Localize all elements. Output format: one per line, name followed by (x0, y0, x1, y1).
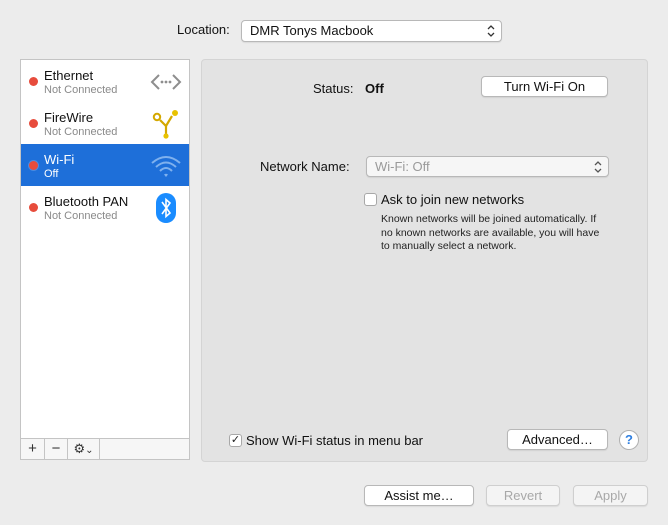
network-name-value: Wi-Fi: Off (375, 159, 430, 174)
service-list: Ethernet Not Connected FireWire Not Conn… (20, 59, 190, 460)
service-item-bluetooth-pan[interactable]: Bluetooth PAN Not Connected (21, 186, 189, 228)
help-text-line: Known networks will be joined automatica… (381, 213, 597, 225)
service-name: Wi-Fi (44, 152, 75, 167)
remove-service-button[interactable]: − (45, 439, 68, 459)
status-dot (29, 161, 38, 170)
ask-join-label[interactable]: Ask to join new networks (381, 192, 524, 207)
status-dot (29, 119, 38, 128)
help-text-line: no known networks are available, you wil… (381, 226, 600, 239)
service-status: Off (44, 168, 59, 180)
wifi-icon (151, 156, 181, 177)
service-item-wifi[interactable]: Wi-Fi Off (21, 144, 189, 186)
turn-wifi-on-button[interactable]: Turn Wi-Fi On (481, 76, 608, 97)
status-value: Off (365, 81, 384, 96)
location-popup[interactable]: DMR Tonys Macbook (241, 20, 502, 42)
bluetooth-icon (156, 193, 176, 223)
service-name: FireWire (44, 110, 94, 125)
ask-join-help-text: Known networks will be joined automatica… (381, 213, 621, 254)
service-status: Not Connected (44, 84, 118, 96)
action-menu-button[interactable]: ⚙⌄ (68, 439, 100, 459)
service-item-ethernet[interactable]: Ethernet Not Connected (21, 60, 189, 102)
help-text-line: to manually select a network. (381, 240, 517, 252)
service-name: Bluetooth PAN (44, 194, 129, 209)
add-service-button[interactable]: + (21, 439, 45, 459)
help-button[interactable]: ? (619, 430, 639, 450)
gear-icon: ⚙ (73, 441, 86, 456)
firewire-icon (152, 110, 178, 139)
up-down-chevron-icon (487, 25, 495, 37)
status-label: Status: (313, 81, 354, 96)
network-name-label: Network Name: (260, 159, 350, 174)
show-status-label[interactable]: Show Wi-Fi status in menu bar (246, 433, 423, 448)
advanced-button[interactable]: Advanced… (507, 429, 608, 450)
show-status-checkbox[interactable]: ✓ (229, 434, 242, 447)
apply-button[interactable]: Apply (573, 485, 648, 506)
service-status: Not Connected (44, 210, 118, 222)
ethernet-arrows-icon (150, 74, 182, 90)
location-label: Location: (177, 22, 230, 37)
service-status: Not Connected (44, 126, 118, 138)
status-dot (29, 77, 38, 86)
ask-join-checkbox[interactable] (364, 193, 377, 206)
status-dot (29, 203, 38, 212)
up-down-chevron-icon (594, 161, 602, 173)
revert-button[interactable]: Revert (486, 485, 560, 506)
service-item-firewire[interactable]: FireWire Not Connected (21, 102, 189, 144)
sidebar-toolbar: + − ⚙⌄ (21, 438, 189, 459)
network-name-popup[interactable]: Wi-Fi: Off (366, 156, 609, 177)
location-value: DMR Tonys Macbook (250, 23, 374, 38)
wifi-detail-panel: Status: Off Turn Wi-Fi On Network Name: … (201, 59, 648, 462)
checkmark-icon: ✓ (230, 434, 241, 446)
chevron-down-icon: ⌄ (85, 445, 94, 456)
service-name: Ethernet (44, 68, 94, 83)
assist-me-button[interactable]: Assist me… (364, 485, 474, 506)
